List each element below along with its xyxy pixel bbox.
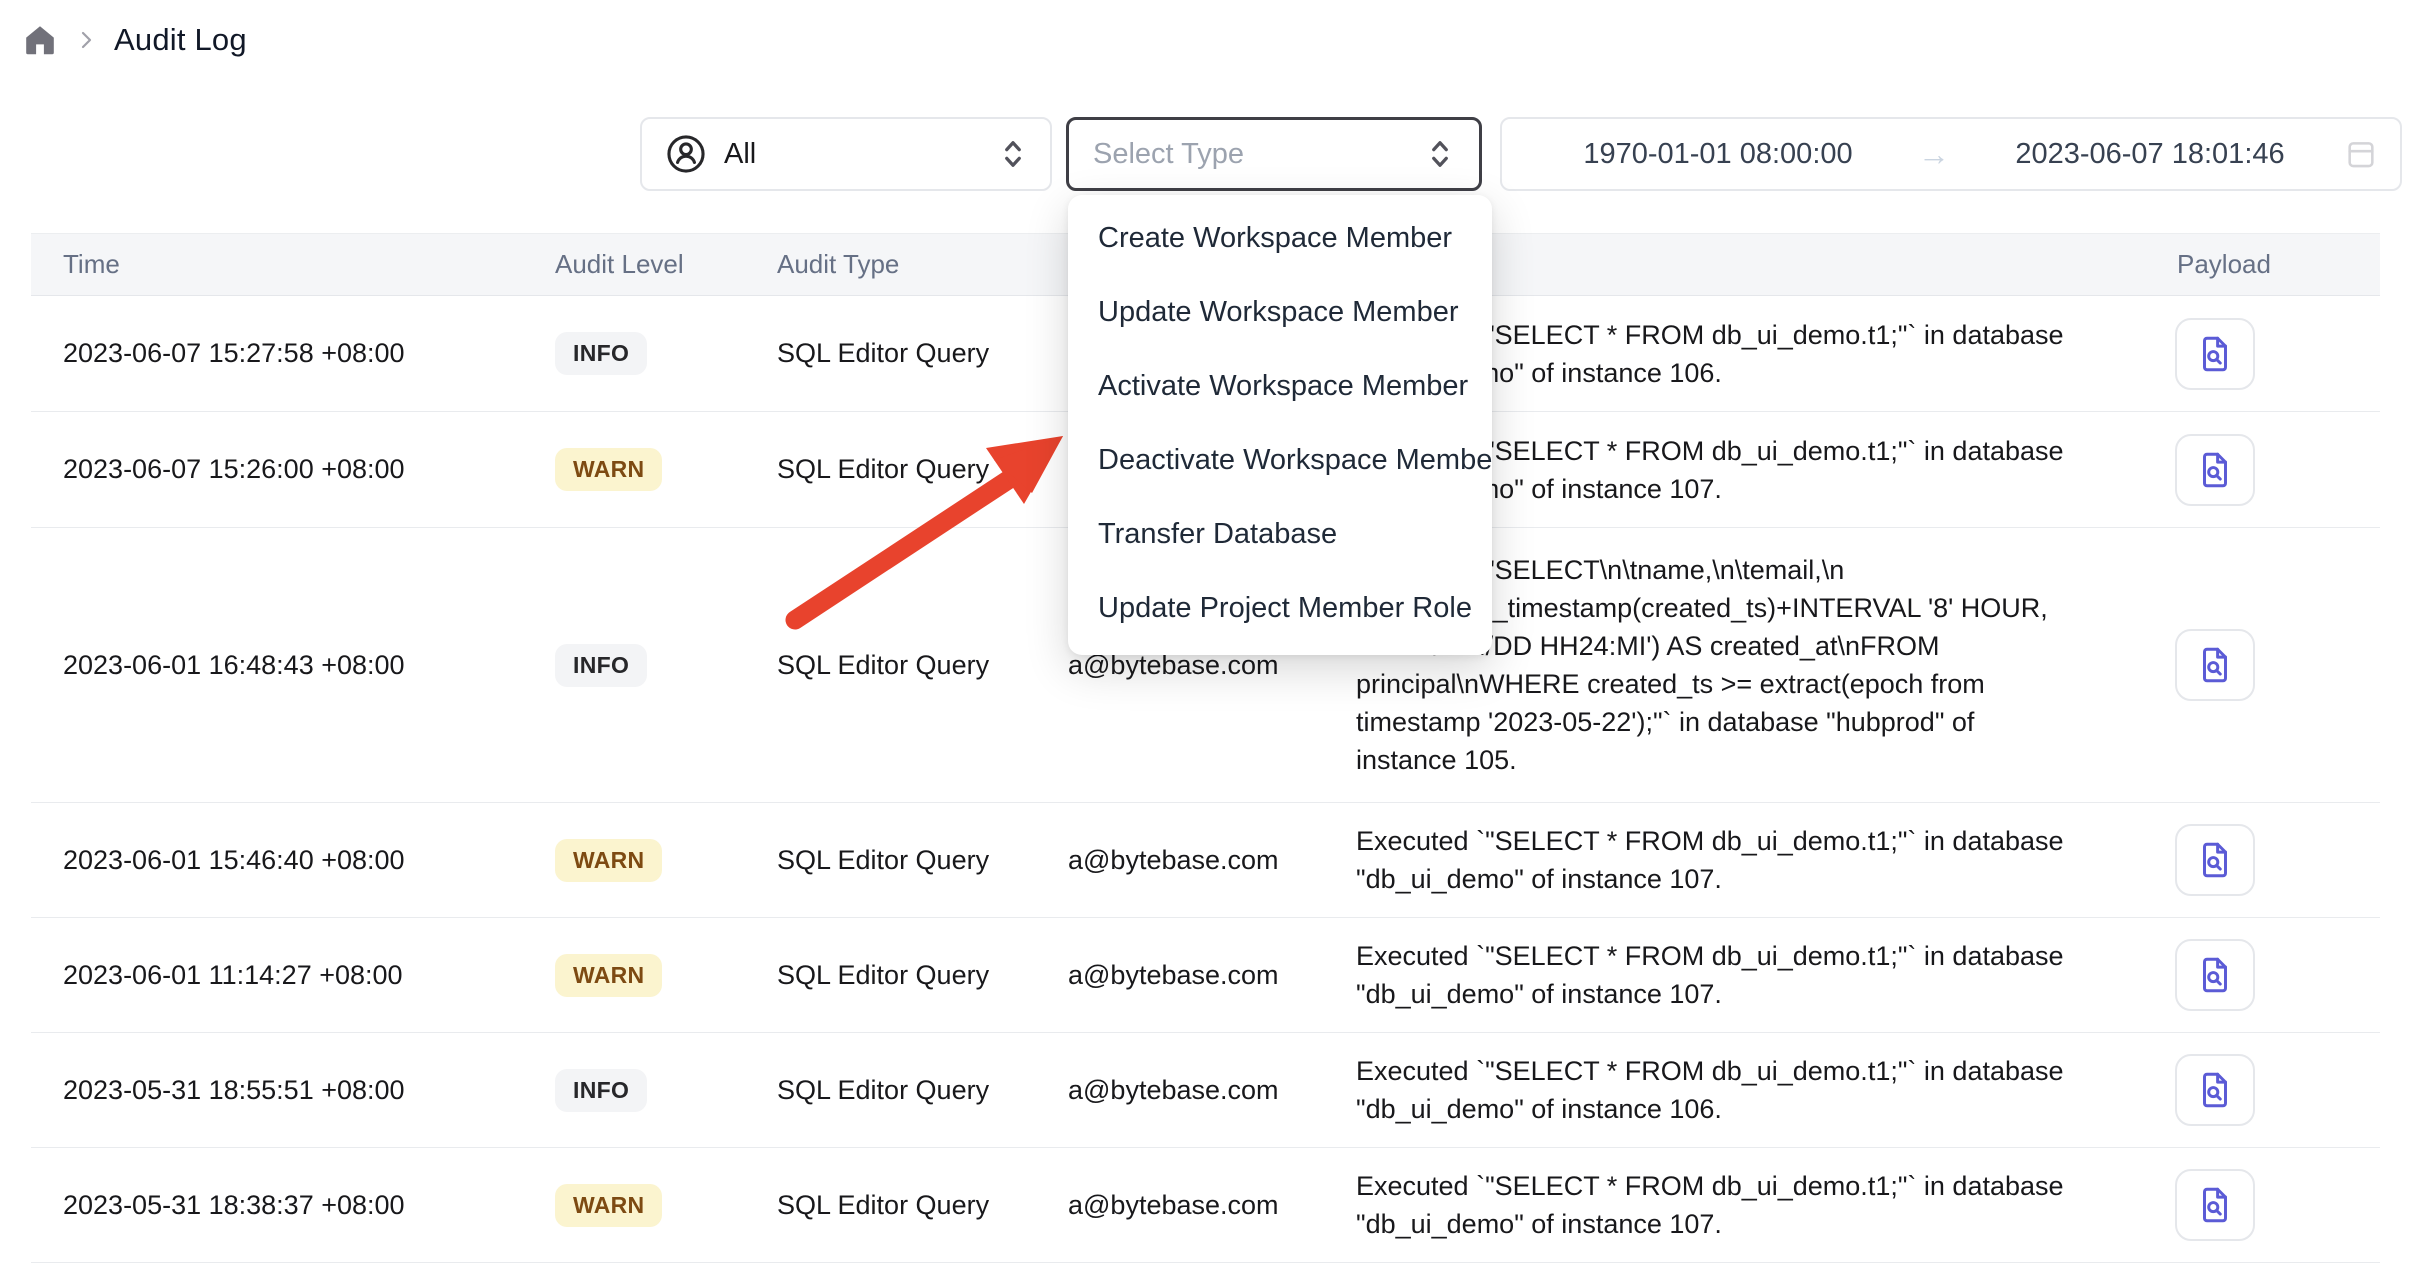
header-audit-level: Audit Level [555,249,777,280]
level-badge: INFO [555,332,647,375]
type-option[interactable]: Create Workspace Member [1068,201,1492,275]
date-range-start[interactable]: 1970-01-01 08:00:00 [1524,138,1912,171]
file-search-icon [2194,1069,2236,1111]
header-time: Time [31,249,555,280]
type-option[interactable]: Deactivate Workspace Member [1068,423,1492,497]
level-badge: INFO [555,1069,647,1112]
cell-audit-type: SQL Editor Query [777,454,1068,485]
actor-filter-select[interactable]: All [640,117,1052,191]
cell-comment: Executed `"SELECT * FROM db_ui_demo.t1;"… [1356,822,2171,898]
view-payload-button[interactable] [2175,434,2255,506]
type-filter-placeholder: Select Type [1093,138,1244,171]
cell-time: 2023-05-31 18:55:51 +08:00 [31,1075,555,1106]
type-select-dropdown: Create Workspace Member Update Workspace… [1068,195,1492,655]
chevron-up-down-icon [998,137,1028,171]
cell-time: 2023-06-01 11:14:27 +08:00 [31,960,555,991]
level-badge: WARN [555,954,662,997]
cell-audit-type: SQL Editor Query [777,1075,1068,1106]
cell-comment: Executed `"SELECT * FROM db_ui_demo.t1;"… [1356,1052,2171,1128]
view-payload-button[interactable] [2175,1054,2255,1126]
cell-audit-type: SQL Editor Query [777,650,1068,681]
page-title: Audit Log [114,22,247,58]
table-row: 2023-06-01 15:46:40 +08:00 WARN SQL Edit… [31,803,2380,918]
cell-time: 2023-06-07 15:27:58 +08:00 [31,338,555,369]
cell-time: 2023-06-07 15:26:00 +08:00 [31,454,555,485]
type-option[interactable]: Transfer Database [1068,497,1492,571]
actor-filter-value: All [724,138,756,171]
breadcrumb: Audit Log [22,22,247,58]
file-search-icon [2194,1184,2236,1226]
chevron-up-down-icon [1425,137,1455,171]
file-search-icon [2194,333,2236,375]
type-option[interactable]: Activate Workspace Member [1068,349,1492,423]
type-filter-select[interactable]: Select Type [1066,117,1482,191]
cell-audit-type: SQL Editor Query [777,1190,1068,1221]
cell-time: 2023-05-31 18:38:37 +08:00 [31,1190,555,1221]
arrow-right-icon: → [1912,136,1956,173]
type-option[interactable]: Update Workspace Member [1068,275,1492,349]
cell-comment: Executed `"SELECT * FROM db_ui_demo.t1;"… [1356,937,2171,1013]
cell-actor: a@bytebase.com [1068,1190,1356,1221]
cell-comment: Executed `"SELECT * FROM db_ui_demo.t1;"… [1356,1167,2171,1243]
file-search-icon [2194,839,2236,881]
chevron-right-icon [74,28,98,52]
date-range-picker[interactable]: 1970-01-01 08:00:00 → 2023-06-07 18:01:4… [1500,117,2402,191]
type-option[interactable]: Update Project Member Role [1068,571,1492,645]
cell-actor: a@bytebase.com [1068,845,1356,876]
cell-actor: a@bytebase.com [1068,1075,1356,1106]
header-audit-type: Audit Type [777,249,1068,280]
level-badge: WARN [555,1184,662,1227]
cell-audit-type: SQL Editor Query [777,845,1068,876]
calendar-icon [2344,137,2378,171]
view-payload-button[interactable] [2175,629,2255,701]
date-range-end[interactable]: 2023-06-07 18:01:46 [1956,138,2344,171]
person-circle-icon [664,132,708,176]
file-search-icon [2194,954,2236,996]
table-row: 2023-05-31 18:38:37 +08:00 WARN SQL Edit… [31,1148,2380,1263]
cell-audit-type: SQL Editor Query [777,338,1068,369]
cell-time: 2023-06-01 16:48:43 +08:00 [31,650,555,681]
level-badge: WARN [555,448,662,491]
header-payload: Payload [2171,249,2380,280]
table-row: 2023-06-01 11:14:27 +08:00 WARN SQL Edit… [31,918,2380,1033]
cell-actor: a@bytebase.com [1068,960,1356,991]
table-row: 2023-05-31 18:55:51 +08:00 INFO SQL Edit… [31,1033,2380,1148]
level-badge: WARN [555,839,662,882]
cell-time: 2023-06-01 15:46:40 +08:00 [31,845,555,876]
view-payload-button[interactable] [2175,824,2255,896]
cell-audit-type: SQL Editor Query [777,960,1068,991]
view-payload-button[interactable] [2175,939,2255,1011]
view-payload-button[interactable] [2175,318,2255,390]
level-badge: INFO [555,644,647,687]
view-payload-button[interactable] [2175,1169,2255,1241]
file-search-icon [2194,644,2236,686]
file-search-icon [2194,449,2236,491]
home-icon[interactable] [22,22,58,58]
